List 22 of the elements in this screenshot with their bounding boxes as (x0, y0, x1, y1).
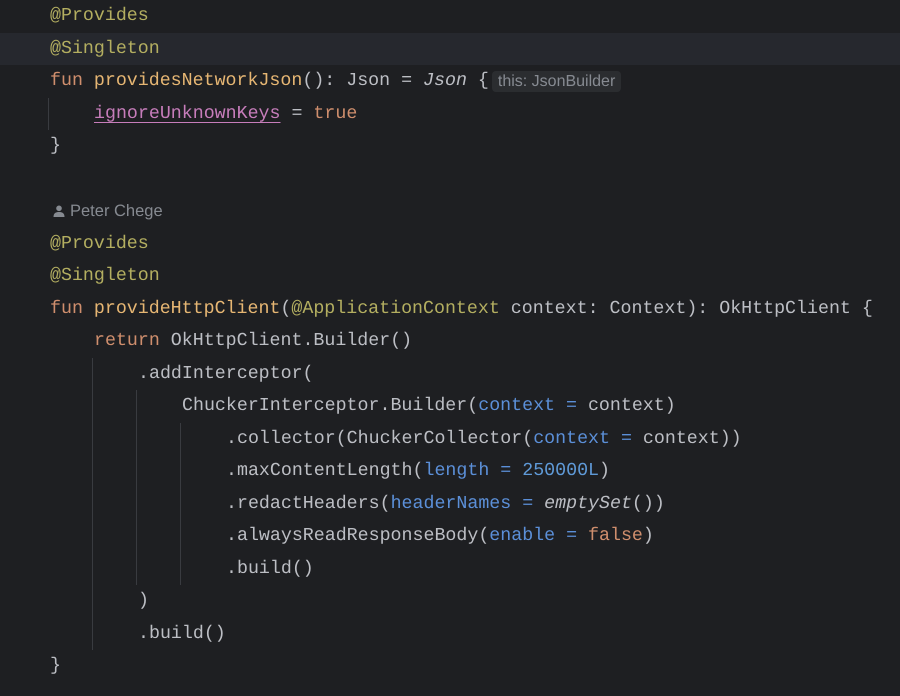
author-name[interactable]: Peter Chege (70, 198, 163, 224)
code-line: .collector(ChuckerCollector(context = context)) (226, 430, 742, 448)
code-line: @Provides (50, 7, 149, 26)
code-line: .alwaysReadResponseBody(enable = false) (226, 527, 654, 546)
code-line: .build() (226, 560, 314, 578)
code-line: .build() (138, 624, 226, 643)
code-line: ) (138, 592, 149, 610)
code-line: ignoreUnknownKeys = true (94, 104, 358, 123)
code-line: } (50, 137, 61, 156)
code-line: fun providesNetworkJson(): Json = Json { (50, 72, 489, 90)
code-line: @Singleton (50, 267, 160, 286)
code-line: fun provideHttpClient(@ApplicationContext context: Context): OkHttpClient { (50, 300, 873, 318)
code-line: .maxContentLength(length = 250000L) (226, 462, 610, 480)
code-line: return OkHttpClient.Builder() (94, 332, 412, 350)
code-line: @Singleton (50, 40, 160, 58)
code-line: .addInterceptor( (138, 364, 314, 383)
code-line: .redactHeaders(headerNames = emptySet()) (226, 494, 665, 513)
code-line: ChuckerInterceptor.Builder(context = context) (182, 397, 676, 416)
code-line: @Provides (50, 234, 149, 253)
person-icon (53, 205, 65, 218)
code-line: } (50, 657, 61, 676)
inlay-hint: this: JsonBuilder (492, 70, 622, 92)
